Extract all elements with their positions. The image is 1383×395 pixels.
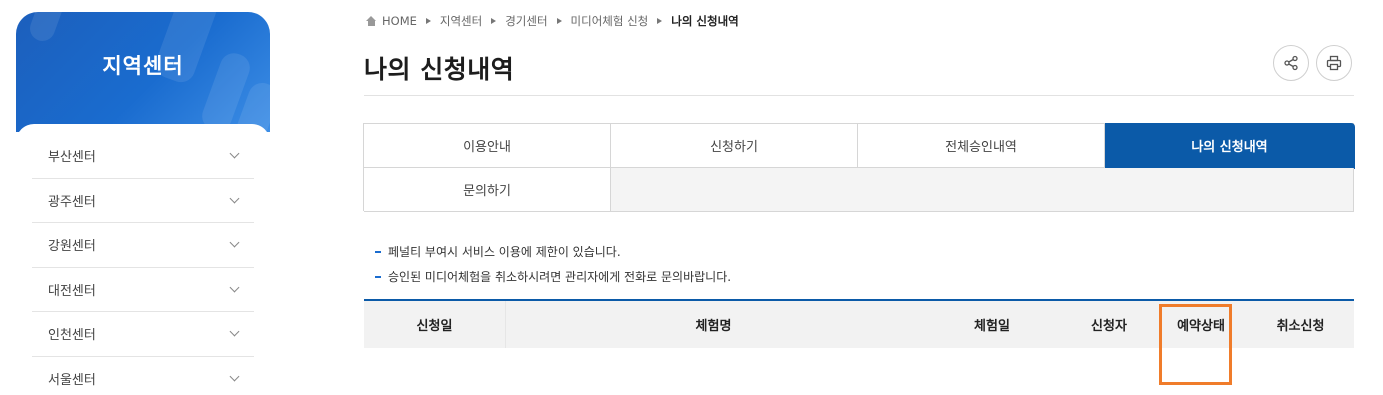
breadcrumb-current: 나의 신청내역	[671, 14, 739, 28]
chevron-down-icon	[229, 148, 240, 159]
sidebar-header: 지역센터	[16, 12, 270, 132]
sidebar-item-label: 대전센터	[48, 283, 96, 299]
highlight-box	[1159, 304, 1232, 385]
column-header-applicant: 신청자	[1091, 319, 1127, 334]
tab-label: 신청하기	[710, 140, 758, 155]
chevron-down-icon	[229, 326, 240, 337]
breadcrumb-item[interactable]: 경기센터	[505, 13, 547, 29]
breadcrumb-home[interactable]: HOME	[382, 14, 417, 28]
notice-item: 승인된 미디어체험을 취소하시려면 관리자에게 전화로 문의바랍니다.	[375, 268, 731, 285]
chevron-down-icon	[229, 237, 240, 248]
sidebar-item-label: 부산센터	[48, 150, 96, 166]
sidebar-item-daejeon[interactable]: 대전센터	[32, 268, 254, 312]
breadcrumb-separator-icon	[425, 18, 431, 24]
sidebar-item-label: 인천센터	[48, 328, 96, 344]
tab-label: 문의하기	[463, 184, 511, 199]
title-divider	[364, 95, 1354, 96]
column-header-cancel-request: 취소신청	[1276, 319, 1325, 334]
tab-all-approvals[interactable]: 전체승인내역	[858, 124, 1105, 168]
notice-text: 페널티 부여시 서비스 이용에 제한이 있습니다.	[388, 245, 621, 259]
bullet-dash-icon	[375, 275, 381, 278]
notice-item: 페널티 부여시 서비스 이용에 제한이 있습니다.	[375, 243, 621, 260]
tab-my-applications[interactable]: 나의 신청내역	[1105, 123, 1355, 169]
sidebar-item-label: 서울센터	[48, 372, 96, 388]
column-header-program-date: 체험일	[974, 319, 1010, 334]
sidebar-item-seoul[interactable]: 서울센터	[32, 357, 254, 395]
tab-label: 전체승인내역	[945, 140, 1017, 155]
chevron-down-icon	[229, 282, 240, 293]
sidebar-item-label: 광주센터	[48, 194, 96, 210]
chevron-down-icon	[229, 193, 240, 204]
tab-label: 나의 신청내역	[1191, 140, 1268, 155]
breadcrumb-separator-icon	[491, 18, 497, 24]
sidebar-item-label: 강원센터	[48, 239, 96, 255]
bullet-dash-icon	[375, 250, 381, 253]
sidebar-list: 부산센터 광주센터 강원센터 대전센터 인천센터 서울센터	[16, 124, 270, 395]
tab-apply[interactable]: 신청하기	[611, 124, 858, 168]
chevron-down-icon	[229, 371, 240, 382]
page-title: 나의 신청내역	[364, 55, 515, 84]
tab-menu: 이용안내 신청하기 전체승인내역 나의 신청내역 문의하기	[363, 123, 1355, 212]
sidebar-item-gwangju[interactable]: 광주센터	[32, 179, 254, 223]
tab-empty-area	[611, 168, 1354, 212]
sidebar: 지역센터 부산센터 광주센터 강원센터 대전센터 인천센터 서울센터	[16, 12, 270, 395]
tab-usage-guide[interactable]: 이용안내	[364, 124, 611, 168]
sidebar-item-incheon[interactable]: 인천센터	[32, 312, 254, 357]
home-icon	[366, 15, 377, 27]
breadcrumb-item[interactable]: 지역센터	[440, 13, 482, 29]
breadcrumb-item[interactable]: 미디어체험 신청	[571, 13, 649, 29]
share-button[interactable]	[1273, 45, 1309, 81]
notice-text: 승인된 미디어체험을 취소하시려면 관리자에게 전화로 문의바랍니다.	[388, 270, 732, 284]
breadcrumb-separator-icon	[657, 18, 663, 24]
print-icon	[1326, 55, 1342, 71]
print-button[interactable]	[1316, 45, 1352, 81]
tab-label: 이용안내	[463, 140, 511, 155]
sidebar-item-gangwon[interactable]: 강원센터	[32, 223, 254, 268]
sidebar-item-busan[interactable]: 부산센터	[32, 134, 254, 179]
column-header-program-name: 체험명	[695, 319, 732, 334]
breadcrumb-separator-icon	[556, 18, 562, 24]
tab-inquiry[interactable]: 문의하기	[364, 168, 611, 212]
share-icon	[1284, 55, 1298, 71]
sidebar-title: 지역센터	[102, 54, 184, 78]
breadcrumb: HOME 지역센터 경기센터 미디어체험 신청 나의 신청내역	[366, 13, 739, 29]
column-header-apply-date: 신청일	[364, 301, 506, 348]
